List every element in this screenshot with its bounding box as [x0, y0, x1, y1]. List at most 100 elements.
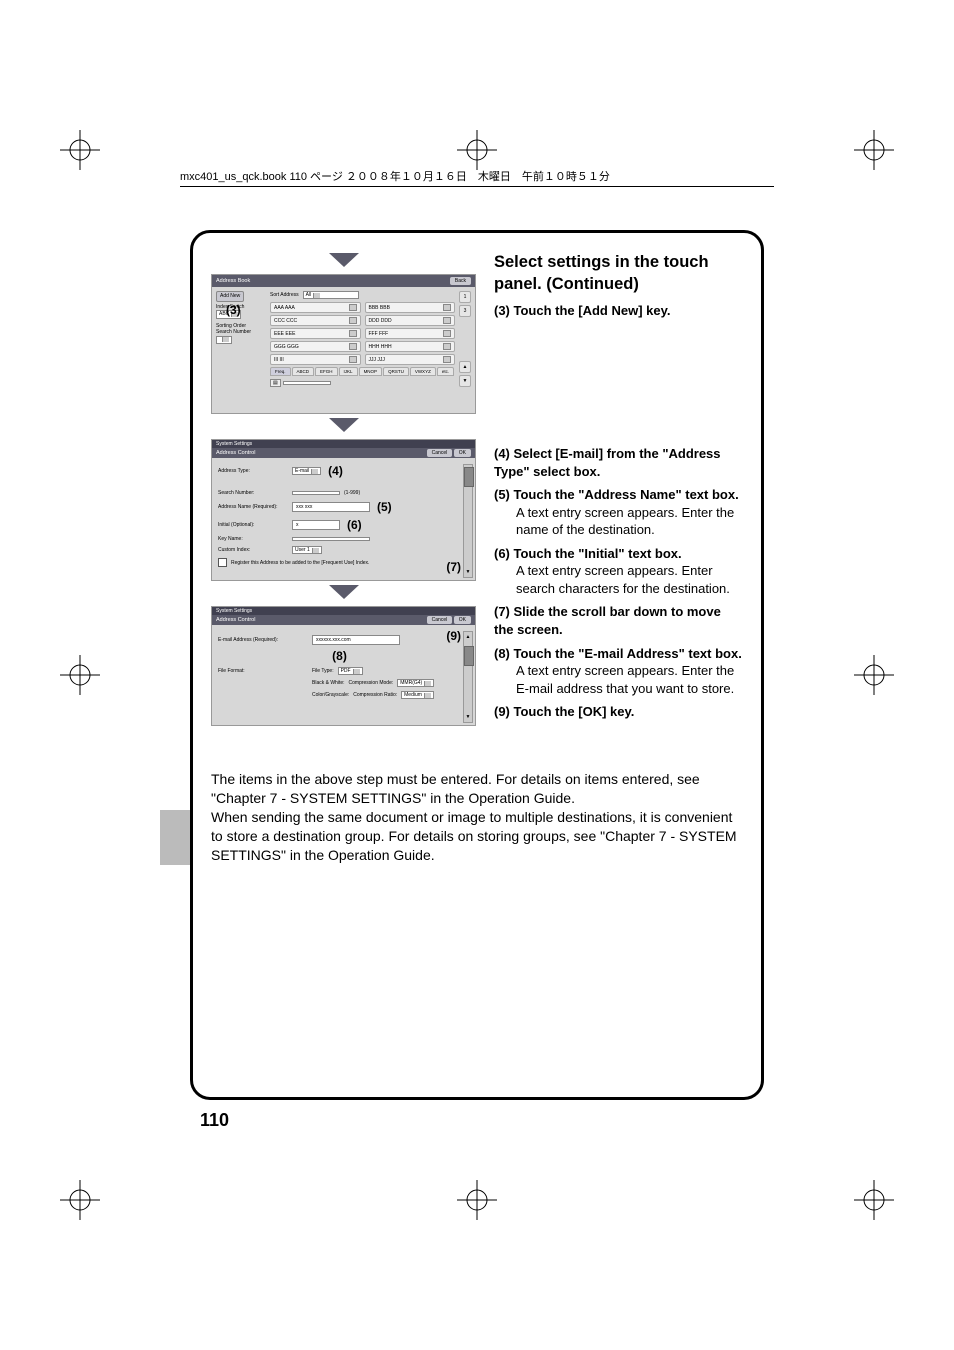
- add-new-button[interactable]: Add New: [216, 291, 244, 302]
- address-entry[interactable]: DDD DDD: [365, 315, 456, 326]
- index-tab[interactable]: ABCD: [292, 367, 315, 376]
- step-6: (6) Touch the "Initial" text box.: [494, 545, 743, 563]
- initial-label: Initial (Optional):: [218, 522, 288, 528]
- index-tab[interactable]: etc.: [437, 367, 454, 376]
- scroll-down-arrow-icon[interactable]: ▼: [464, 714, 472, 720]
- custom-index-label: Custom Index:: [218, 547, 288, 553]
- index-tab[interactable]: IJKL: [339, 367, 358, 376]
- callout-3: (3): [226, 303, 241, 317]
- address-entry[interactable]: HHH HHH: [365, 341, 456, 352]
- callout-6: (6): [347, 518, 362, 532]
- address-entry[interactable]: CCC CCC: [270, 315, 361, 326]
- page-up-button[interactable]: 1: [459, 291, 471, 303]
- key-name-input[interactable]: [292, 537, 370, 541]
- address-entry[interactable]: BBB BBB: [365, 302, 456, 313]
- bw-label: Black & White:: [312, 680, 345, 686]
- scroll-up-button[interactable]: ▲: [459, 361, 471, 373]
- sort-address-select[interactable]: All: [303, 291, 359, 299]
- step-8: (8) Touch the "E-mail Address" text box.: [494, 645, 743, 663]
- address-entry[interactable]: III III: [270, 354, 361, 365]
- address-entry[interactable]: GGG GGG: [270, 341, 361, 352]
- cancel-button[interactable]: Cancel: [427, 449, 453, 457]
- index-tab[interactable]: VWXYZ: [410, 367, 436, 376]
- initial-input[interactable]: x: [292, 520, 340, 530]
- crop-mark-icon: [60, 655, 100, 695]
- index-tab[interactable]: EFGH: [315, 367, 338, 376]
- index-tab[interactable]: QRSTU: [383, 367, 409, 376]
- callout-9: (9): [446, 629, 461, 643]
- crop-mark-icon: [60, 130, 100, 170]
- scroll-down-button[interactable]: ▼: [459, 375, 471, 387]
- display-count-input[interactable]: [283, 381, 331, 385]
- step-5: (5) Touch the "Address Name" text box.: [494, 486, 743, 504]
- address-name-label: Address Name (Required):: [218, 504, 288, 510]
- section-heading: Select settings in the touch panel. (Con…: [494, 251, 743, 296]
- panel-address-book: Address Book Back Add New Index Switch A…: [211, 274, 476, 414]
- search-number-input[interactable]: [292, 491, 340, 495]
- system-settings-bar: System Settings: [212, 607, 475, 615]
- ok-button[interactable]: OK: [454, 616, 471, 624]
- custom-index-select[interactable]: User 1: [292, 546, 322, 554]
- color-grayscale-label: Color/Grayscale:: [312, 692, 349, 698]
- footer-paragraph: The items in the above step must be ente…: [211, 770, 743, 864]
- sort-address-label: Sort Address: [270, 292, 299, 298]
- address-type-label: Address Type:: [218, 468, 288, 474]
- frequent-use-checkbox[interactable]: [218, 558, 227, 567]
- index-tab[interactable]: Freq.: [270, 367, 291, 376]
- scroll-down-arrow-icon[interactable]: ▼: [464, 569, 472, 575]
- address-name-input[interactable]: xxx xxx: [292, 502, 370, 512]
- address-entry[interactable]: JJJ JJJ: [365, 354, 456, 365]
- panel1-title: Address Book: [216, 278, 250, 284]
- callout-7: (7): [446, 560, 461, 574]
- compression-ratio-label: Compression Ratio:: [353, 692, 397, 698]
- system-settings-bar: System Settings: [212, 440, 475, 448]
- file-type-select[interactable]: PDF: [338, 667, 363, 675]
- step-8-desc: A text entry screen appears. Enter the E…: [516, 662, 743, 697]
- index-tab[interactable]: MNOP: [359, 367, 383, 376]
- file-header-line: mxc401_us_qck.book 110 ページ ２００８年１０月１６日 木…: [180, 168, 774, 187]
- scroll-thumb[interactable]: [464, 646, 474, 666]
- callout-8: (8): [332, 649, 347, 663]
- compression-mode-select[interactable]: MMR(G4): [397, 679, 434, 687]
- scroll-bar[interactable]: ▲ ▼: [463, 631, 473, 723]
- back-button[interactable]: Back: [450, 277, 471, 285]
- page-down-button[interactable]: 3: [459, 305, 471, 317]
- crop-mark-icon: [457, 1180, 497, 1220]
- scroll-thumb[interactable]: [464, 467, 474, 487]
- crop-mark-icon: [457, 130, 497, 170]
- step-3: (3) Touch the [Add New] key.: [494, 302, 743, 320]
- crop-mark-icon: [854, 130, 894, 170]
- search-number-label: Search Number:: [218, 490, 288, 496]
- crop-mark-icon: [854, 655, 894, 695]
- address-entry[interactable]: AAA AAA: [270, 302, 361, 313]
- step-9: (9) Touch the [OK] key.: [494, 703, 743, 721]
- ok-button[interactable]: OK: [454, 449, 471, 457]
- step-7: (7) Slide the scroll bar down to move th…: [494, 603, 743, 638]
- down-arrow-icon: [211, 585, 476, 604]
- scroll-up-arrow-icon[interactable]: ▲: [464, 634, 472, 640]
- compression-ratio-select[interactable]: Medium: [401, 691, 434, 699]
- address-entry[interactable]: FFF FFF: [365, 328, 456, 339]
- email-address-input[interactable]: xxxxxx.xxx.com: [312, 635, 400, 645]
- scroll-bar[interactable]: ▼: [463, 464, 473, 578]
- step-6-desc: A text entry screen appears. Enter searc…: [516, 562, 743, 597]
- panel-address-control-email: System Settings Address Control Cancel O…: [211, 606, 476, 726]
- frequent-use-label: Register this Address to be added to the…: [231, 560, 369, 566]
- key-name-label: Key Name:: [218, 536, 288, 542]
- email-address-label: E-mail Address (Required):: [218, 637, 308, 643]
- search-number-hint: (1-999): [344, 490, 360, 496]
- address-entry[interactable]: EEE EEE: [270, 328, 361, 339]
- panel3-title: Address Control: [216, 617, 255, 623]
- panel2-title: Address Control: [216, 450, 255, 456]
- file-format-label: File Format:: [218, 668, 308, 674]
- search-number-select[interactable]: [216, 336, 232, 345]
- down-arrow-icon: [211, 418, 476, 437]
- page-frame: Address Book Back Add New Index Switch A…: [190, 230, 764, 1100]
- file-type-label: File Type:: [312, 668, 334, 674]
- step-5-desc: A text entry screen appears. Enter the n…: [516, 504, 743, 539]
- down-arrow-icon: [211, 253, 476, 272]
- compression-mode-label: Compression Mode:: [349, 680, 394, 686]
- address-type-select[interactable]: E-mail: [292, 467, 321, 475]
- cancel-button[interactable]: Cancel: [427, 616, 453, 624]
- callout-4: (4): [328, 464, 343, 478]
